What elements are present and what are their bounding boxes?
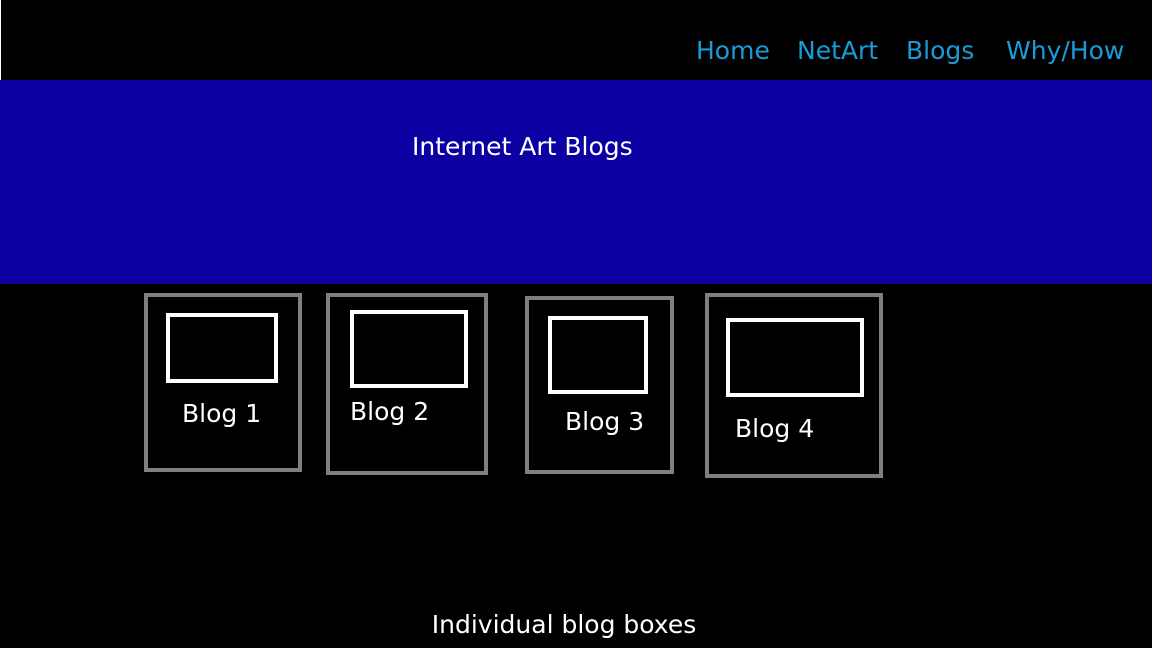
blog-card-3[interactable]: Blog 3 — [525, 296, 674, 474]
blog-thumbnail — [726, 318, 864, 397]
blog-card-4[interactable]: Blog 4 — [705, 293, 883, 478]
blog-card-1[interactable]: Blog 1 — [144, 293, 302, 472]
blog-card-label: Blog 4 — [735, 414, 815, 443]
blog-thumbnail — [548, 316, 648, 394]
nav-link-netart[interactable]: NetArt — [797, 34, 878, 68]
nav-link-blogs[interactable]: Blogs — [906, 34, 974, 68]
nav-link-why-how[interactable]: Why/How — [1006, 34, 1124, 68]
blog-card-label: Blog 2 — [350, 397, 430, 426]
header-banner: Internet Art Blogs — [0, 80, 1152, 284]
nav-link-home[interactable]: Home — [696, 34, 770, 68]
window-edge — [0, 0, 1, 80]
blog-card-label: Blog 3 — [565, 407, 645, 436]
blog-thumbnail — [350, 310, 468, 388]
blog-card-label: Blog 1 — [182, 399, 262, 428]
blog-card-2[interactable]: Blog 2 — [326, 293, 488, 475]
page-title: Internet Art Blogs — [412, 132, 633, 161]
caption-text: Individual blog boxes — [431, 610, 697, 639]
blog-thumbnail — [166, 313, 278, 383]
